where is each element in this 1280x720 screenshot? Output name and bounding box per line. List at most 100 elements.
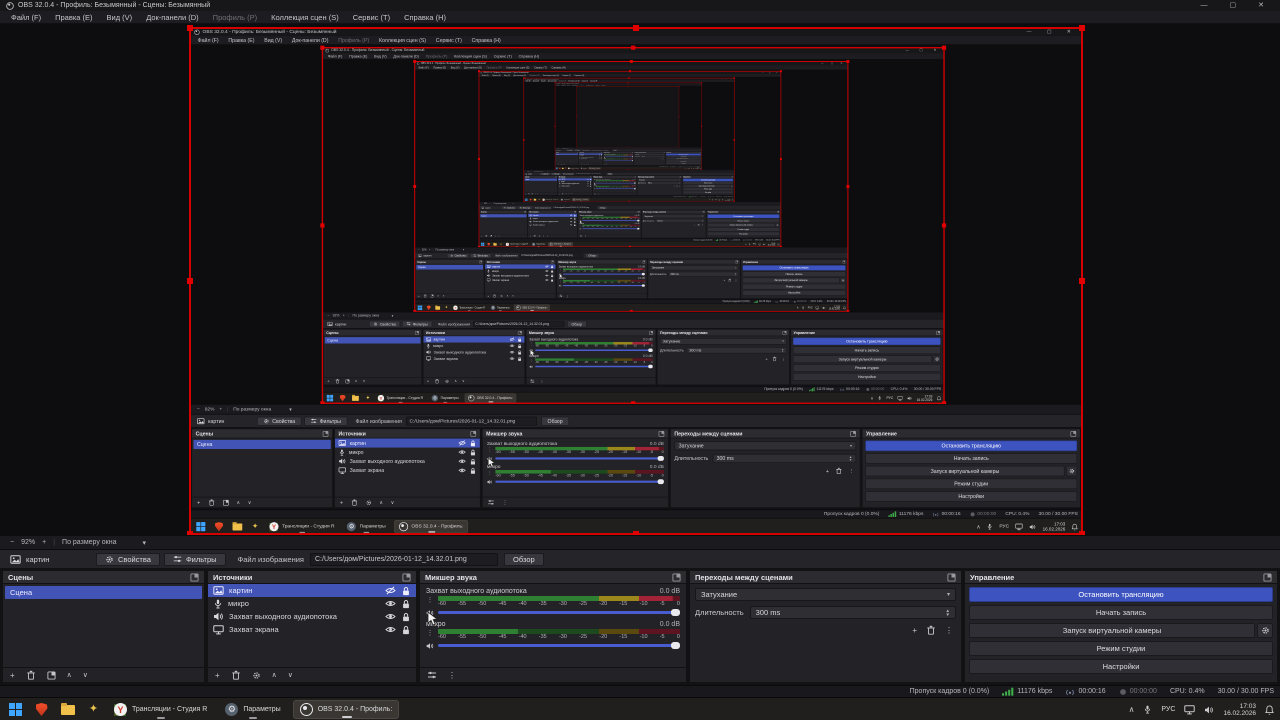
source-down-button[interactable]: ∨ <box>288 671 293 679</box>
source-down-button[interactable]: ∨ <box>547 235 548 237</box>
captured-image-source[interactable]: OBS 32.0.4 - Профиль: Безымянный - Сцены… <box>320 45 947 404</box>
stop-streaming-button[interactable]: Остановить трансляцию <box>707 214 780 219</box>
volume-slider[interactable] <box>535 348 653 352</box>
browser-icon[interactable] <box>487 242 491 246</box>
lock-icon[interactable] <box>401 625 411 635</box>
scene-filters-button[interactable] <box>223 499 229 505</box>
settings-button[interactable]: Настройки <box>666 162 701 165</box>
scene-item[interactable]: Сцена <box>555 153 579 156</box>
popout-icon[interactable] <box>936 330 940 334</box>
transition-select[interactable]: Затухание ▾ <box>642 214 705 218</box>
fit-mode-dropdown[interactable]: По размеру окна ▾ <box>353 314 394 318</box>
mixer-menu-button[interactable]: ⋮ <box>566 294 569 297</box>
explorer-icon[interactable] <box>493 242 497 246</box>
volume-slider[interactable] <box>438 609 680 616</box>
remove-transition-button[interactable] <box>772 356 777 361</box>
remove-scene-button[interactable] <box>485 235 487 237</box>
visibility-icon[interactable] <box>570 224 573 226</box>
drag-handle-icon[interactable]: ⋮ <box>529 342 533 348</box>
mixer-menu-button[interactable]: ⋮ <box>597 193 598 195</box>
scene-item[interactable]: Сцена <box>324 337 421 344</box>
taskbar-app-stream-studio[interactable]: Y Трансляции - Студия R <box>265 520 338 534</box>
captured-image-source[interactable]: OBS 32.0.4 - Профиль: Безымянный - Сцены… <box>523 77 735 202</box>
source-row-screen-capture[interactable]: Захват экрана <box>208 623 416 636</box>
add-source-button[interactable]: + <box>215 671 220 680</box>
tray-volume-icon[interactable] <box>693 168 694 169</box>
network-icon[interactable] <box>816 306 820 309</box>
virtual-camera-config-button[interactable] <box>840 277 846 283</box>
scene-up-button[interactable]: ∧ <box>236 500 240 505</box>
menu-profile[interactable]: Профиль (P) <box>422 53 450 59</box>
explorer-icon[interactable] <box>232 521 242 532</box>
popout-icon[interactable] <box>470 430 476 436</box>
lock-icon[interactable] <box>401 586 411 596</box>
duration-spinbox[interactable]: 300 ms ▲ ▼ <box>668 271 739 277</box>
add-scene-button[interactable]: + <box>418 294 420 297</box>
close-button[interactable]: ✕ <box>1258 0 1264 11</box>
source-row-screen-capture[interactable]: Захват экрана <box>485 278 555 283</box>
popout-icon[interactable] <box>735 260 738 263</box>
tray-expand-chevron[interactable]: ∧ <box>976 523 980 529</box>
notifications-bell-icon[interactable] <box>1265 705 1274 715</box>
app-icon-spark[interactable]: ✦ <box>86 702 101 717</box>
source-properties-button[interactable] <box>252 671 261 680</box>
transition-select[interactable]: Затухание ▾ <box>638 178 681 182</box>
scene-item[interactable]: Сцена <box>480 214 527 218</box>
visibility-icon[interactable] <box>385 625 396 634</box>
advanced-audio-button[interactable] <box>580 235 582 237</box>
add-scene-button[interactable]: + <box>197 499 200 505</box>
remove-transition-button[interactable] <box>661 158 662 159</box>
source-row-image[interactable]: картин <box>208 584 416 597</box>
volume-slider[interactable] <box>535 364 653 369</box>
duration-spinbox[interactable]: 300 ms ▲ ▼ <box>712 453 857 464</box>
volume-slider[interactable] <box>582 219 640 222</box>
visibility-icon[interactable] <box>385 612 396 621</box>
menu-docks[interactable]: Док-панели (D) <box>139 11 205 24</box>
filters-button[interactable]: Фильтры <box>517 206 533 210</box>
menu-scene-collection[interactable]: Коллекция сцен (S) <box>264 11 346 24</box>
popout-icon[interactable] <box>947 573 956 582</box>
app-icon-spark[interactable]: ✦ <box>250 521 260 532</box>
add-transition-button[interactable]: + <box>723 279 725 282</box>
visibility-icon[interactable] <box>458 458 466 464</box>
close-button[interactable]: ✕ <box>1067 28 1071 36</box>
notifications-bell-icon[interactable] <box>843 306 846 309</box>
taskbar-app-settings[interactable]: ⚙ Параметры <box>429 393 462 403</box>
properties-button[interactable]: Свойства <box>96 552 160 566</box>
menu-tools[interactable]: Сервис (T) <box>490 53 515 59</box>
scene-up-button[interactable]: ∧ <box>67 671 72 679</box>
stop-streaming-button[interactable]: Остановить трансляцию <box>865 440 1078 452</box>
preview-canvas[interactable]: OBS 32.0.4 - Профиль: Безымянный - Сцены… <box>0 24 1280 535</box>
remove-scene-button[interactable] <box>26 670 36 680</box>
properties-button[interactable]: Свойства <box>447 253 469 258</box>
remove-scene-button[interactable] <box>208 499 215 506</box>
scene-up-button[interactable]: ∧ <box>495 235 496 237</box>
lock-icon[interactable] <box>469 458 476 465</box>
tray-expand-chevron[interactable]: ∧ <box>745 243 746 245</box>
source-properties-button[interactable] <box>565 193 566 195</box>
zoom-in-button[interactable]: + <box>343 314 345 317</box>
remove-transition-button[interactable] <box>926 625 936 635</box>
advanced-audio-button[interactable] <box>594 193 596 194</box>
volume-slider[interactable] <box>562 272 645 276</box>
taskbar-app-obs[interactable]: OBS 32.0.4 - Профиль: <box>393 519 469 534</box>
zoom-in-button[interactable]: + <box>219 407 222 412</box>
source-row-desktop-audio[interactable]: Захват выходного аудиопотока <box>208 610 416 623</box>
scene-up-button[interactable]: ∧ <box>437 294 439 297</box>
start-button[interactable] <box>326 394 334 402</box>
browser-icon[interactable] <box>34 702 49 717</box>
taskbar-app-settings[interactable]: ⚙ Параметры <box>489 305 512 312</box>
start-button[interactable] <box>481 242 485 246</box>
transition-menu-button[interactable]: ⋮ <box>735 279 738 282</box>
settings-button[interactable]: Настройки <box>683 191 734 194</box>
visibility-off-icon[interactable] <box>545 265 549 268</box>
explorer-icon[interactable] <box>533 198 537 201</box>
add-transition-button[interactable]: + <box>660 158 661 159</box>
captured-image-source[interactable] <box>576 85 680 148</box>
stop-streaming-button[interactable]: Остановить трансляцию <box>742 265 846 271</box>
settings-button[interactable]: Настройки <box>707 232 780 236</box>
remove-source-button[interactable] <box>562 193 564 195</box>
minimize-button[interactable]: — <box>1201 0 1208 11</box>
add-transition-button[interactable]: + <box>766 357 768 361</box>
add-source-button[interactable]: + <box>427 379 429 383</box>
